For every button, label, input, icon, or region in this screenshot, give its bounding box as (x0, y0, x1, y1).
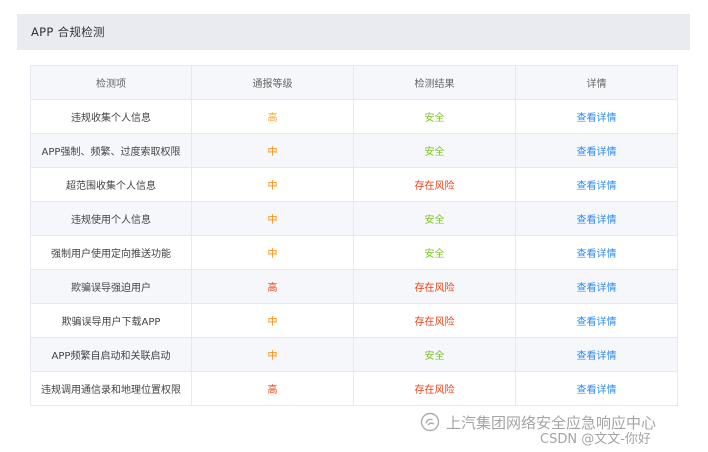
table-row: APP强制、频繁、过度索取权限中安全 查看详情 (30, 133, 678, 168)
cell-report-level: 中 (191, 167, 354, 202)
table-row: 违规调用通信录和地理位置权限高存在风险 查看详情 (30, 371, 678, 406)
cell-check-item: APP频繁自启动和关联启动 (30, 337, 192, 372)
cell-check-result: 安全 (353, 99, 516, 134)
cell-detail: 查看详情 (515, 337, 678, 372)
cell-detail: 查看详情 (515, 133, 678, 168)
view-detail-link[interactable]: 查看详情 (577, 249, 617, 260)
cell-report-level: 中 (191, 303, 354, 338)
page-title: APP 合规检测 (31, 25, 105, 39)
table-row: 强制用户使用定向推送功能中安全 查看详情 (30, 235, 678, 270)
cell-detail: 查看详情 (515, 235, 678, 270)
column-header-result: 检测结果 (353, 65, 516, 100)
table-body: 违规收集个人信息高安全 查看详情 APP强制、频繁、过度索取权限中安全 查看详情 超范围… (30, 99, 678, 406)
cell-report-level: 高 (191, 99, 354, 134)
column-header-detail: 详情 (515, 65, 678, 100)
cell-check-item: 违规收集个人信息 (30, 99, 192, 134)
view-detail-link[interactable]: 查看详情 (577, 113, 617, 124)
cell-check-item: APP强制、频繁、过度索取权限 (30, 133, 192, 168)
cell-report-level: 高 (191, 269, 354, 304)
view-detail-link[interactable]: 查看详情 (577, 317, 617, 328)
cell-report-level: 高 (191, 371, 354, 406)
cell-check-result: 安全 (353, 337, 516, 372)
view-detail-link[interactable]: 查看详情 (577, 181, 617, 192)
cell-report-level: 中 (191, 337, 354, 372)
page-header: APP 合规检测 (17, 14, 690, 50)
table-row: 欺骗误导用户下载APP 中存在风险 查看详情 (30, 303, 678, 338)
cell-check-item: 超范围收集个人信息 (30, 167, 192, 202)
view-detail-link[interactable]: 查看详情 (577, 283, 617, 294)
wechat-official-account-icon (420, 412, 440, 432)
cell-check-item: 违规调用通信录和地理位置权限 (30, 371, 192, 406)
cell-check-item: 违规使用个人信息 (30, 201, 192, 236)
view-detail-link[interactable]: 查看详情 (577, 215, 617, 226)
cell-check-result: 存在风险 (353, 303, 516, 338)
cell-check-item: 强制用户使用定向推送功能 (30, 235, 192, 270)
cell-check-item: 欺骗误导用户下载APP (30, 303, 192, 338)
column-header-level: 通报等级 (191, 65, 354, 100)
cell-check-item: 欺骗误导强迫用户 (30, 269, 192, 304)
view-detail-link[interactable]: 查看详情 (577, 385, 617, 396)
table-row: 超范围收集个人信息中存在风险 查看详情 (30, 167, 678, 202)
cell-detail: 查看详情 (515, 303, 678, 338)
cell-detail: 查看详情 (515, 371, 678, 406)
column-header-item: 检测项 (30, 65, 192, 100)
cell-check-result: 存在风险 (353, 269, 516, 304)
table-header-row: 检测项 通报等级 检测结果 详情 (30, 65, 678, 100)
cell-check-result: 存在风险 (353, 167, 516, 202)
table-row: APP频繁自启动和关联启动中安全 查看详情 (30, 337, 678, 372)
cell-check-result: 安全 (353, 133, 516, 168)
cell-detail: 查看详情 (515, 167, 678, 202)
cell-check-result: 存在风险 (353, 371, 516, 406)
table-row: 违规收集个人信息高安全 查看详情 (30, 99, 678, 134)
view-detail-link[interactable]: 查看详情 (577, 147, 617, 158)
watermark-credit: CSDN @文文-你好 (540, 432, 651, 447)
cell-check-result: 安全 (353, 201, 516, 236)
view-detail-link[interactable]: 查看详情 (577, 351, 617, 362)
cell-report-level: 中 (191, 133, 354, 168)
table-row: 违规使用个人信息中安全 查看详情 (30, 201, 678, 236)
cell-detail: 查看详情 (515, 269, 678, 304)
cell-detail: 查看详情 (515, 201, 678, 236)
cell-detail: 查看详情 (515, 99, 678, 134)
compliance-table-container: 检测项 通报等级 检测结果 详情 违规收集个人信息高安全 查看详情 APP强制、频繁… (30, 65, 678, 406)
compliance-table: 检测项 通报等级 检测结果 详情 违规收集个人信息高安全 查看详情 APP强制、频繁… (30, 65, 678, 406)
table-row: 欺骗误导强迫用户高存在风险 查看详情 (30, 269, 678, 304)
cell-report-level: 中 (191, 235, 354, 270)
cell-report-level: 中 (191, 201, 354, 236)
cell-check-result: 安全 (353, 235, 516, 270)
